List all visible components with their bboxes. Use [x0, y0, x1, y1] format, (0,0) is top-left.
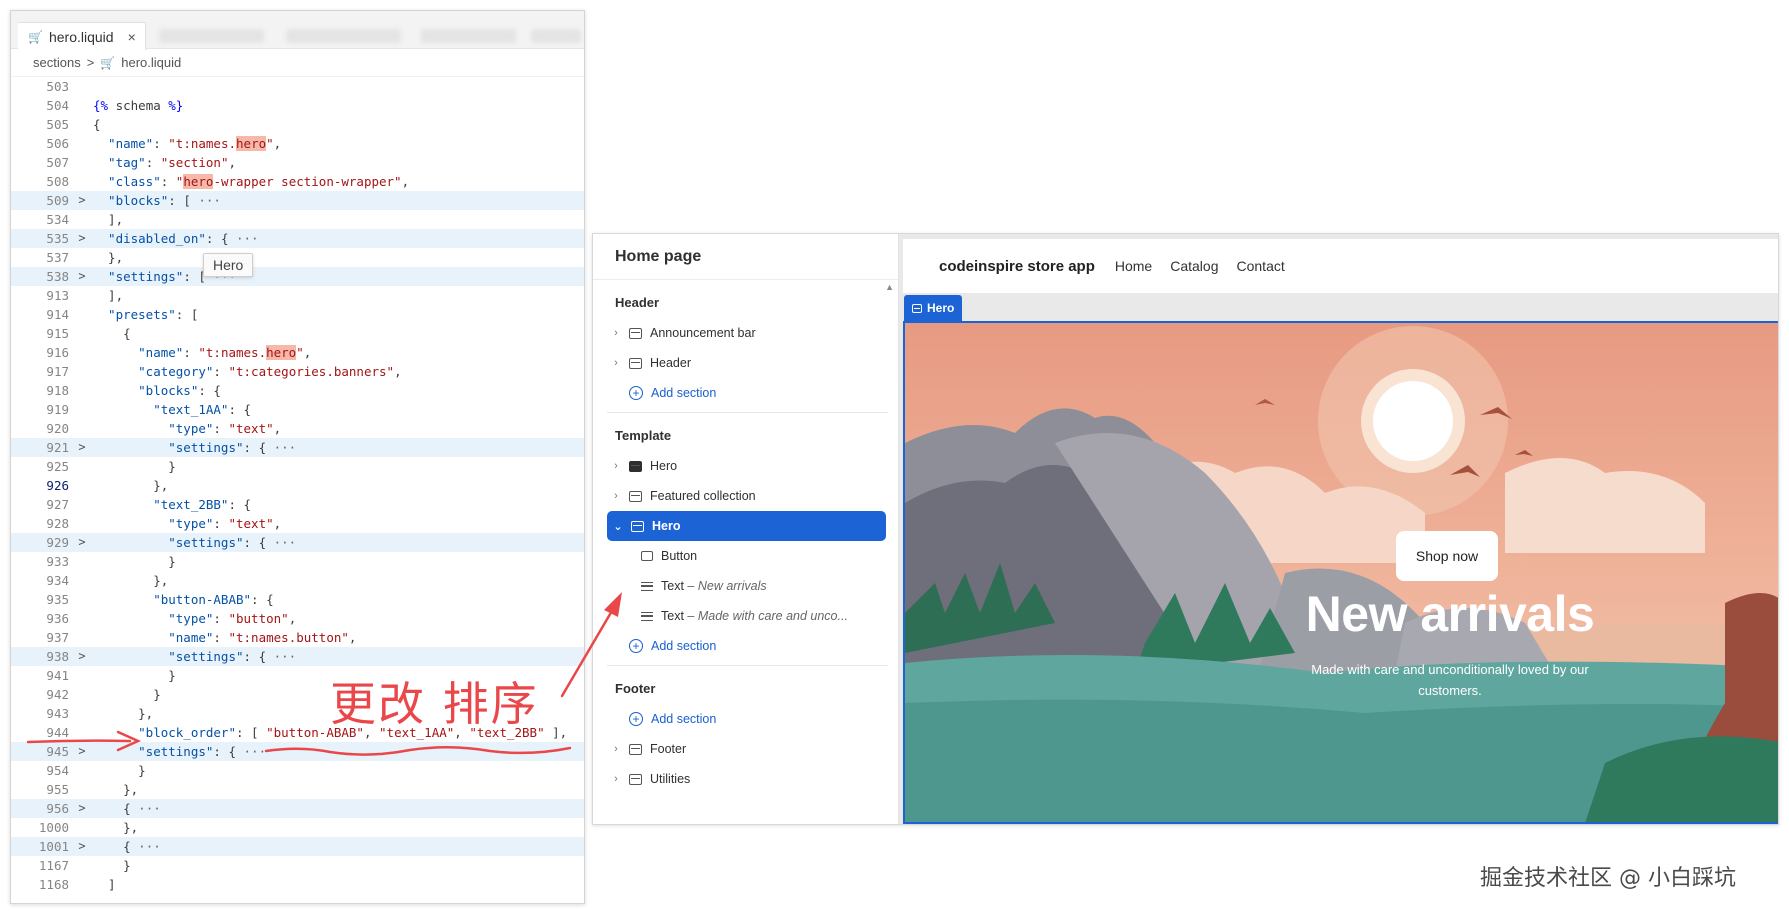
underline-squiggle [264, 745, 572, 756]
left-arrow-line [26, 739, 132, 744]
annotation-strokes [26, 592, 622, 756]
pointer-arrow-head [604, 592, 622, 617]
watermark: 掘金技术社区 @ 小白踩坑 [1480, 866, 1736, 891]
pointer-line [560, 602, 618, 698]
annotation-label: 更改 排序 [330, 677, 539, 731]
